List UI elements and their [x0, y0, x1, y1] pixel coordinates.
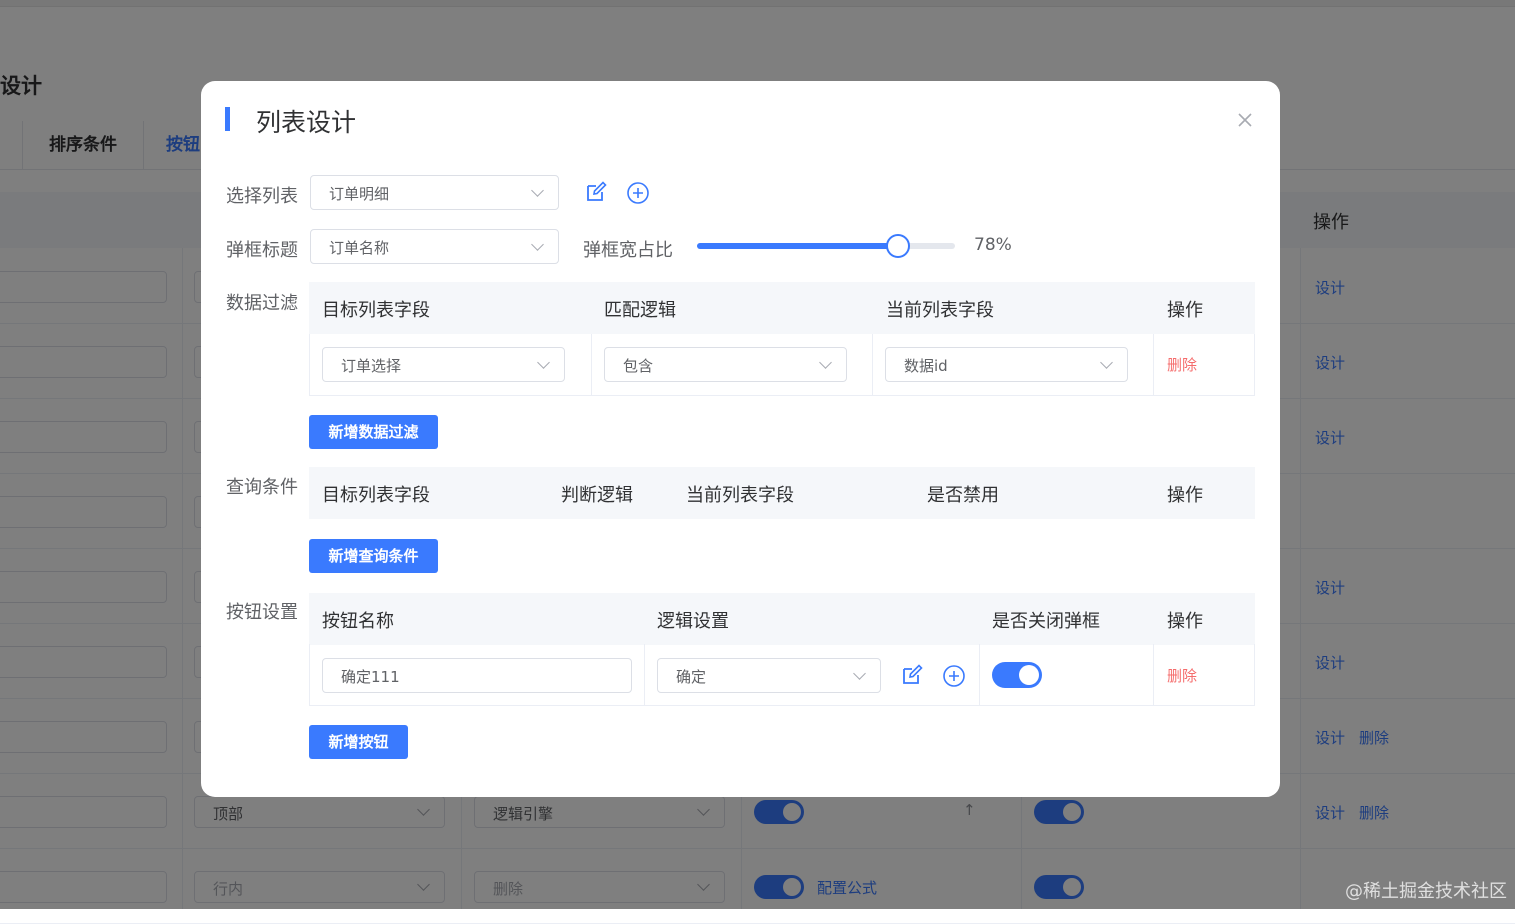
logic-setting-select[interactable]: 确定 — [657, 658, 881, 693]
add-button-button[interactable]: 新增按钮 — [309, 725, 408, 759]
title-accent-bar — [225, 107, 230, 131]
close-icon[interactable] — [1236, 111, 1254, 129]
width-ratio-label: 弹框宽占比 — [583, 240, 673, 261]
table-header: 目标列表字段 判断逻辑 当前列表字段 是否禁用 操作 — [309, 467, 1255, 519]
current-field-select[interactable]: 数据id — [885, 347, 1128, 382]
edit-icon[interactable] — [900, 663, 924, 687]
chevron-down-icon — [853, 667, 866, 680]
slider-fill — [697, 243, 899, 249]
chevron-down-icon — [819, 356, 832, 369]
toggle-knob — [1019, 665, 1039, 685]
match-logic-select[interactable]: 包含 — [604, 347, 847, 382]
width-ratio-value: 78% — [974, 235, 1012, 255]
add-circle-icon[interactable] — [942, 664, 966, 688]
add-data-filter-button[interactable]: 新增数据过滤 — [309, 415, 438, 449]
data-filter-label: 数据过滤 — [226, 293, 298, 314]
dialog-title-dropdown[interactable]: 订单名称 — [310, 229, 559, 264]
chevron-down-icon — [531, 238, 544, 251]
watermark: @稀土掘金技术社区 — [1345, 881, 1507, 902]
query-conditions-label: 查询条件 — [226, 477, 298, 498]
button-name-input[interactable]: 确定111 — [322, 658, 632, 693]
select-list-dropdown[interactable]: 订单明细 — [310, 175, 559, 210]
list-design-dialog: 列表设计 选择列表 订单明细 弹框标题 订单名称 弹框宽占比 78% 数据过滤 … — [201, 81, 1280, 797]
chevron-down-icon — [531, 184, 544, 197]
edit-icon[interactable] — [584, 180, 608, 204]
button-settings-label: 按钮设置 — [226, 602, 298, 623]
data-filter-table: 目标列表字段 匹配逻辑 当前列表字段 操作 订单选择 包含 数据id 删除 — [309, 282, 1255, 396]
table-header: 按钮名称 逻辑设置 是否关闭弹框 操作 — [309, 593, 1255, 645]
select-list-label: 选择列表 — [226, 186, 298, 207]
dialog-title-label: 弹框标题 — [226, 240, 298, 261]
width-ratio-slider[interactable] — [697, 234, 955, 258]
target-field-select[interactable]: 订单选择 — [322, 347, 565, 382]
add-query-condition-button[interactable]: 新增查询条件 — [309, 539, 438, 573]
button-settings-table: 按钮名称 逻辑设置 是否关闭弹框 操作 确定111 确定 删除 — [309, 593, 1255, 706]
add-circle-icon[interactable] — [626, 181, 650, 205]
dialog-title: 列表设计 — [256, 108, 357, 137]
table-header: 目标列表字段 匹配逻辑 当前列表字段 操作 — [309, 282, 1255, 334]
table-row: 订单选择 包含 数据id 删除 — [309, 334, 1255, 396]
table-row: 确定111 确定 删除 — [309, 644, 1255, 706]
query-conditions-table: 目标列表字段 判断逻辑 当前列表字段 是否禁用 操作 — [309, 467, 1255, 520]
chevron-down-icon — [537, 356, 550, 369]
close-dialog-toggle[interactable] — [992, 662, 1042, 688]
chevron-down-icon — [1100, 356, 1113, 369]
delete-link[interactable]: 删除 — [1167, 665, 1197, 686]
slider-handle[interactable] — [886, 234, 911, 258]
delete-link[interactable]: 删除 — [1167, 354, 1197, 375]
